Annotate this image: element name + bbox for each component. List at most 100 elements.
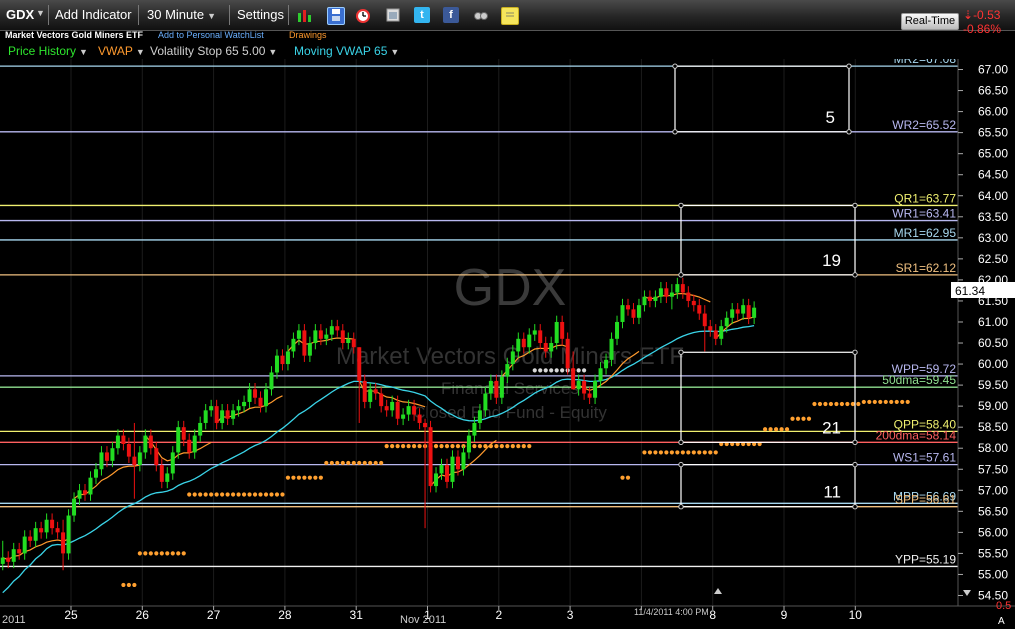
candle-body xyxy=(560,321,565,339)
box-handle xyxy=(852,461,858,468)
candle-body xyxy=(17,549,22,554)
watermark-fund-type: Closed End Fund - Equity xyxy=(413,403,607,422)
candle-body xyxy=(483,393,488,411)
candle-body xyxy=(225,410,230,419)
candle-body xyxy=(499,376,504,398)
x-tick-label: 31 xyxy=(350,608,364,622)
vstop-dot xyxy=(867,399,872,405)
vstop-dot xyxy=(823,401,828,407)
vstop-dot xyxy=(329,460,334,466)
candle-body xyxy=(719,326,724,339)
candle-body xyxy=(220,410,225,423)
vstop-dot xyxy=(401,444,406,449)
candle-body xyxy=(434,473,439,487)
x-tick-label: 9 xyxy=(781,608,788,622)
candle-body xyxy=(137,452,142,466)
chart-style-icon[interactable] xyxy=(297,7,313,23)
alarm-clock-icon[interactable] xyxy=(355,7,371,23)
vstop-dot xyxy=(406,444,411,449)
candle-body xyxy=(110,448,115,461)
study-label: Volatility Stop 65 5.00 xyxy=(150,44,266,58)
x-tick-label: 28 xyxy=(278,608,292,622)
vstop-dot xyxy=(642,450,647,455)
candle-body xyxy=(538,330,543,344)
study-moving-vwap[interactable]: Moving VWAP 65 ▼ xyxy=(294,44,399,58)
vstop-dot xyxy=(658,450,663,455)
watermark-symbol: GDX xyxy=(454,259,567,317)
box-label: 5 xyxy=(826,108,835,127)
vstop-dot xyxy=(351,460,356,466)
box-handle xyxy=(678,349,684,355)
grid xyxy=(70,59,856,606)
vstop-dot xyxy=(280,492,285,497)
y-tick-label: 58.00 xyxy=(978,441,1008,455)
candle-body xyxy=(253,389,258,398)
candle-body xyxy=(132,456,137,466)
add-indicator-button[interactable]: Add Indicator xyxy=(55,7,132,22)
candle-body xyxy=(264,389,269,407)
vstop-dot xyxy=(905,399,910,405)
candle-body xyxy=(28,536,33,541)
vstop-dot xyxy=(883,399,888,405)
candle-body xyxy=(505,364,510,377)
binoculars-icon[interactable] xyxy=(473,7,489,23)
vstop-dot xyxy=(340,460,345,466)
symbol-dropdown-icon[interactable]: ▼ xyxy=(36,8,45,18)
candle-body xyxy=(242,401,247,407)
vstop-dot xyxy=(346,460,351,466)
candle-body xyxy=(565,338,570,369)
vstop-dot xyxy=(516,444,521,449)
symbol-input[interactable]: GDX xyxy=(6,7,34,22)
candle-body xyxy=(126,444,131,457)
toolbar: GDX ▼ Add Indicator 30 Minute ▼ Settings … xyxy=(0,0,1015,36)
y-tick-label: 63.50 xyxy=(978,210,1008,224)
twitter-icon[interactable]: t xyxy=(414,7,430,23)
candle-body xyxy=(384,406,389,411)
auto-scale-toggle[interactable]: A xyxy=(998,616,1005,627)
vstop-dot xyxy=(894,399,899,405)
candle-body xyxy=(159,465,164,482)
notes-icon[interactable] xyxy=(501,7,519,25)
drawings-link[interactable]: Drawings xyxy=(289,30,327,40)
candle-body xyxy=(713,330,718,339)
vstop-dot xyxy=(664,450,669,455)
candle-body xyxy=(412,406,417,415)
facebook-icon[interactable]: f xyxy=(443,7,459,23)
vstop-dot xyxy=(784,427,790,432)
level-label: WS1=57.61 xyxy=(893,451,956,465)
candle-body xyxy=(307,343,312,356)
candle-body xyxy=(39,528,44,533)
price-chart[interactable]: GDX Market Vectors Gold Miners ETF Finan… xyxy=(0,59,1015,629)
layouts-icon[interactable] xyxy=(385,7,401,23)
candle-body xyxy=(664,288,669,297)
vstop-dot xyxy=(241,492,247,497)
interval-dropdown[interactable]: 30 Minute ▼ xyxy=(147,7,216,22)
y-tick-label: 56.00 xyxy=(978,525,1008,539)
vstop-dot xyxy=(373,460,378,466)
level-label: 200dma=58.14 xyxy=(876,428,957,442)
scroll-marker-icon[interactable] xyxy=(714,588,722,594)
y-tick-label: 57.00 xyxy=(978,483,1008,497)
vstop-dot xyxy=(263,492,269,497)
vstop-dot xyxy=(620,475,625,480)
realtime-button[interactable]: Real-Time xyxy=(901,13,959,30)
vstop-dot xyxy=(543,368,548,373)
vstop-dot xyxy=(455,444,461,449)
box-handle xyxy=(672,129,678,135)
box-handle xyxy=(852,202,858,209)
study-volatility-stop[interactable]: Volatility Stop 65 5.00 ▼ xyxy=(150,44,277,58)
candle-body xyxy=(104,452,109,461)
add-watchlist-link[interactable]: Add to Personal WatchList xyxy=(158,30,264,40)
vstop-dot xyxy=(209,492,214,497)
vstop-dot xyxy=(181,551,186,556)
save-icon[interactable] xyxy=(327,7,345,25)
candle-body xyxy=(50,519,55,529)
candle-body xyxy=(488,380,493,394)
settings-button[interactable]: Settings xyxy=(237,7,284,22)
vstop-dot xyxy=(121,582,126,588)
down-arrow-icon: ⇣ xyxy=(963,8,974,22)
vstop-dot xyxy=(384,444,389,449)
study-label: Moving VWAP 65 xyxy=(294,44,388,58)
study-vwap[interactable]: VWAP ▼ xyxy=(98,44,145,58)
study-price-history[interactable]: Price History ▼ xyxy=(8,44,88,58)
